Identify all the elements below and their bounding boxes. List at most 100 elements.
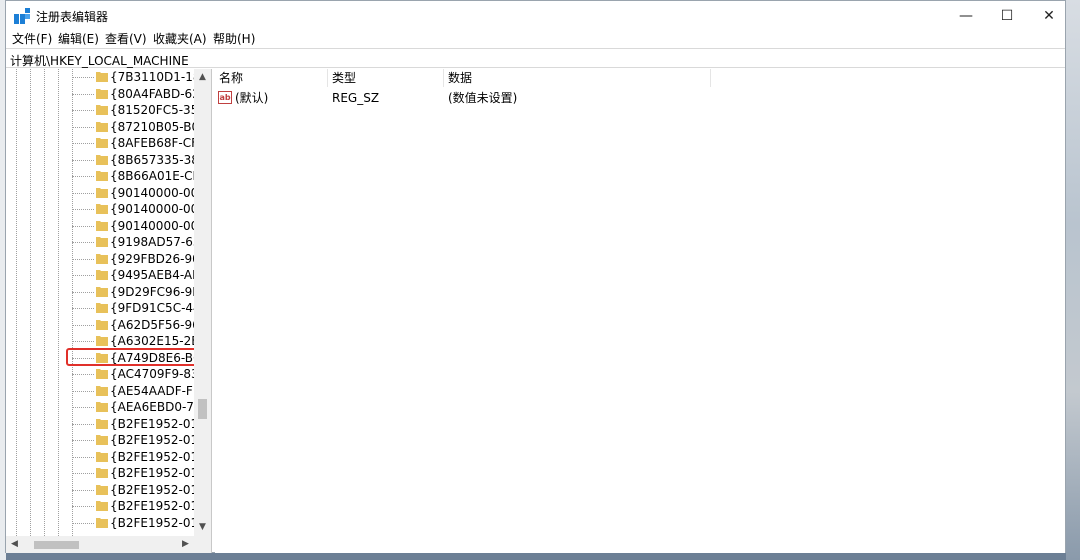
tree-connector bbox=[72, 473, 94, 474]
folder-icon bbox=[96, 121, 108, 132]
tree-item-label: {AE54AADF-FD14 bbox=[110, 383, 196, 398]
menu-edit[interactable]: 编辑(E) bbox=[58, 31, 99, 47]
tree-item[interactable]: {B2FE1952-0186- bbox=[96, 449, 196, 465]
folder-icon bbox=[96, 72, 108, 82]
folder-icon bbox=[96, 286, 108, 297]
tree-connector bbox=[72, 242, 94, 243]
address-path[interactable]: 计算机\HKEY_LOCAL_MACHINE bbox=[10, 52, 189, 69]
tree-item[interactable]: {A6302E15-2BC2- bbox=[96, 333, 196, 349]
tree-connector bbox=[72, 374, 94, 375]
tree-item-label: {B2FE1952-0186- bbox=[110, 499, 196, 513]
folder-icon bbox=[96, 451, 108, 462]
tree-connector bbox=[72, 176, 94, 177]
folder-icon bbox=[96, 138, 108, 148]
tree-item[interactable]: {B2FE1952-0186- bbox=[96, 432, 196, 448]
menu-file[interactable]: 文件(F) bbox=[12, 31, 52, 47]
folder-icon bbox=[96, 171, 108, 181]
title-bar[interactable]: 注册表编辑器 — ☐ ✕ bbox=[6, 1, 1065, 31]
tree-item[interactable]: {81520FC5-3518- bbox=[96, 102, 196, 118]
window-title: 注册表编辑器 bbox=[36, 10, 109, 24]
tree-horizontal-scroll-thumb[interactable] bbox=[34, 541, 79, 549]
menu-help[interactable]: 帮助(H) bbox=[213, 31, 255, 47]
tree-connector bbox=[72, 93, 94, 95]
tree-item-label: {B2FE1952-0186- bbox=[110, 416, 196, 431]
value-type: REG_SZ bbox=[332, 91, 380, 105]
tree-horizontal-scrollbar[interactable]: ◀ ▶ bbox=[6, 536, 194, 553]
tree-connector bbox=[72, 423, 94, 425]
tree-item[interactable]: {929FBD26-9020- bbox=[96, 251, 196, 267]
scroll-down-arrow-icon[interactable]: ▼ bbox=[194, 519, 211, 536]
value-row[interactable]: ab (默认) REG_SZ (数值未设置) bbox=[215, 89, 715, 107]
tree-vertical-scrollbar[interactable]: ▲ ▼ bbox=[194, 69, 211, 536]
address-bar[interactable]: 计算机\HKEY_LOCAL_MACHINE bbox=[6, 48, 1065, 68]
tree-item[interactable]: {9D29FC96-9EEE- bbox=[96, 284, 196, 300]
tree-item[interactable]: {8B657335-3813- bbox=[96, 152, 196, 168]
folder-icon bbox=[96, 220, 108, 231]
tree-item[interactable]: {80A4FABD-6281 bbox=[96, 86, 196, 102]
menu-view[interactable]: 查看(V) bbox=[105, 31, 147, 47]
minimize-button[interactable]: — bbox=[943, 1, 989, 31]
tree-item-label: {8AFEB68F-CFAD bbox=[110, 136, 196, 150]
scroll-up-arrow-icon[interactable]: ▲ bbox=[194, 69, 211, 86]
tree-item-label: {9495AEB4-AB97- bbox=[110, 268, 196, 282]
tree-item[interactable]: {AE54AADF-FD14 bbox=[96, 383, 196, 399]
folder-icon bbox=[96, 237, 108, 247]
tree-item-label: {9D29FC96-9EEE- bbox=[110, 284, 196, 299]
tree-connector bbox=[72, 192, 94, 194]
tree-item[interactable]: {B2FE1952-0186- bbox=[96, 515, 196, 531]
folder-icon bbox=[96, 501, 108, 511]
folder-icon bbox=[96, 105, 108, 115]
tree-item[interactable]: {87210B05-B03F- bbox=[96, 119, 196, 135]
tree-connector bbox=[72, 341, 94, 342]
tree-connector bbox=[72, 275, 94, 276]
selected-key-highlight bbox=[66, 348, 211, 366]
scroll-right-arrow-icon[interactable]: ▶ bbox=[177, 536, 194, 553]
tree-item[interactable]: {90140000-002A- bbox=[96, 218, 196, 234]
tree-connector bbox=[72, 126, 94, 128]
folder-icon bbox=[96, 418, 108, 429]
tree-item-label: {B2FE1952-0186- bbox=[110, 449, 196, 464]
value-data: (数值未设置) bbox=[448, 91, 518, 105]
tree-item-label: {B2FE1952-0186- bbox=[110, 433, 196, 447]
tree-item[interactable]: {B2FE1952-0186- bbox=[96, 498, 196, 514]
tree-item[interactable]: {7B3110D1-1884- bbox=[96, 69, 196, 85]
tree-item[interactable]: {8AFEB68F-CFAD bbox=[96, 135, 196, 151]
folder-icon bbox=[96, 468, 108, 478]
column-header-name[interactable]: 名称 bbox=[215, 69, 328, 87]
tree-item-label: {B2FE1952-0186- bbox=[110, 466, 196, 480]
tree-connector bbox=[72, 110, 94, 111]
tree-item[interactable]: {9495AEB4-AB97- bbox=[96, 267, 196, 283]
tree-item[interactable]: {B2FE1952-0186- bbox=[96, 482, 196, 498]
tree-item-label: {929FBD26-9020- bbox=[110, 251, 196, 266]
tree-item[interactable]: {B2FE1952-0186- bbox=[96, 416, 196, 432]
desktop-right-edge bbox=[1066, 0, 1080, 560]
tree-connector bbox=[72, 456, 94, 458]
tree-connector bbox=[72, 407, 94, 408]
tree-item-label: {8B66A01E-CFAD bbox=[110, 169, 196, 183]
tree-item[interactable]: {9198AD57-6396 bbox=[96, 234, 196, 250]
tree-connector bbox=[72, 225, 94, 227]
scroll-left-arrow-icon[interactable]: ◀ bbox=[6, 536, 23, 553]
tree-item[interactable]: {8B66A01E-CFAD bbox=[96, 168, 196, 184]
tree-item-label: {AC4709F9-831D bbox=[110, 367, 196, 381]
tree-item[interactable]: {B2FE1952-0186- bbox=[96, 465, 196, 481]
tree-item[interactable]: {90140000-002A- bbox=[96, 201, 196, 217]
tree-connector bbox=[72, 143, 94, 144]
tree-item[interactable]: {AC4709F9-831D bbox=[96, 366, 196, 382]
tree-item[interactable]: {90140000-0028- bbox=[96, 185, 196, 201]
sogou-logo-icon bbox=[898, 470, 932, 504]
maximize-button[interactable]: ☐ bbox=[984, 1, 1030, 31]
tree-connector bbox=[72, 209, 94, 210]
tree-vertical-scroll-thumb[interactable] bbox=[198, 399, 207, 419]
tree-item[interactable]: {A62D5F56-9671- bbox=[96, 317, 196, 333]
menu-favorites[interactable]: 收藏夹(A) bbox=[153, 31, 207, 47]
tree-item[interactable]: {9FD91C5C-44AE bbox=[96, 300, 196, 316]
tree-pane[interactable]: {7B3110D1-1884- {80A4FABD-6281 {81520FC5-3… bbox=[6, 69, 212, 553]
tree-guide-lines bbox=[16, 69, 73, 539]
tree-item[interactable]: {AEA6EBD0-7E59 bbox=[96, 399, 196, 415]
tree-item-label: {AEA6EBD0-7E59 bbox=[110, 400, 196, 414]
close-button[interactable]: ✕ bbox=[1026, 1, 1072, 31]
tree-connector bbox=[72, 506, 94, 507]
column-header-data[interactable]: 数据 bbox=[444, 69, 711, 87]
column-header-type[interactable]: 类型 bbox=[328, 69, 444, 87]
